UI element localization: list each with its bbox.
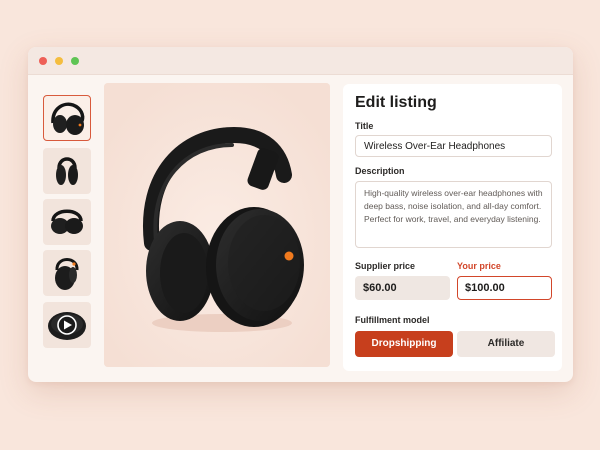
thumbnail-headphones-front[interactable] <box>43 95 91 141</box>
panel-title: Edit listing <box>355 94 437 111</box>
supplier-price-label: Supplier price <box>355 261 416 271</box>
thumbnail-headphones-back[interactable] <box>43 250 91 296</box>
app-window: Edit listing Title Wireless Over-Ear Hea… <box>28 47 573 382</box>
product-preview-image <box>104 83 330 367</box>
title-label: Title <box>355 121 374 131</box>
close-window-button[interactable] <box>39 57 47 65</box>
your-price-label: Your price <box>457 261 501 271</box>
headphones-folded-thumbnail-icon <box>51 209 83 234</box>
thumbnail-headphones-video[interactable] <box>43 302 91 348</box>
headphones-product-image <box>104 83 330 367</box>
your-price-input[interactable]: $100.00 <box>457 276 552 300</box>
affiliate-button[interactable]: Affiliate <box>457 331 555 357</box>
edit-listing-panel: Edit listing Title Wireless Over-Ear Hea… <box>343 84 562 371</box>
description-label: Description <box>355 166 405 176</box>
maximize-window-button[interactable] <box>71 57 79 65</box>
window-titlebar <box>28 47 573 75</box>
title-input[interactable]: Wireless Over-Ear Headphones <box>355 135 552 157</box>
headphones-side-thumbnail-icon <box>56 157 78 185</box>
thumbnail-headphones-side[interactable] <box>43 148 91 194</box>
thumbnail-headphones-folded[interactable] <box>43 199 91 245</box>
play-icon[interactable] <box>43 302 91 348</box>
headphones-back-thumbnail-icon <box>55 258 79 290</box>
headphones-thumbnail-icon <box>51 102 85 135</box>
supplier-price-field: $60.00 <box>355 276 450 300</box>
minimize-window-button[interactable] <box>55 57 63 65</box>
description-textarea[interactable]: High-quality wireless over-ear headphone… <box>355 181 552 248</box>
fulfillment-model-label: Fulfillment model <box>355 315 430 325</box>
dropshipping-button[interactable]: Dropshipping <box>355 331 453 357</box>
